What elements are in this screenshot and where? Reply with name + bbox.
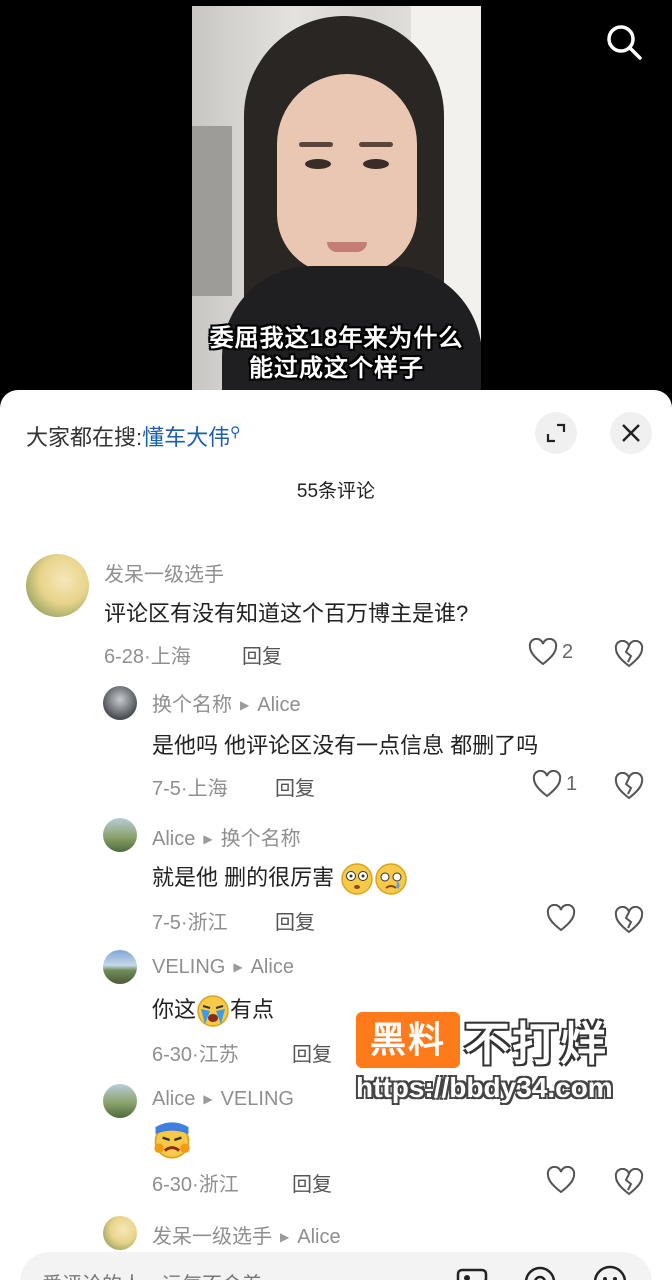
trending-search[interactable]: 大家都在搜:懂车大伟⚲ bbox=[26, 420, 240, 452]
watermark-text: 不打烊 bbox=[464, 1018, 608, 1070]
reply-meta: 6-30·江苏 bbox=[152, 1044, 239, 1066]
reply-text bbox=[152, 1120, 192, 1160]
comment-location: 上海 bbox=[150, 646, 191, 668]
comment-input[interactable]: 爱评论的人，运气不会差 bbox=[20, 1252, 652, 1280]
heart-icon bbox=[546, 904, 576, 932]
avatar[interactable] bbox=[103, 1216, 137, 1250]
reply-text: 就是他 删的很厉害 bbox=[152, 860, 408, 896]
angry-face-emoji bbox=[154, 1122, 190, 1159]
like-button[interactable] bbox=[546, 904, 576, 932]
reply-button[interactable]: 回复 bbox=[242, 640, 282, 669]
avatar[interactable] bbox=[103, 686, 137, 720]
close-icon bbox=[622, 424, 640, 442]
comment-input-placeholder: 爱评论的人，运气不会差 bbox=[42, 1268, 262, 1280]
reply-meta: 7-5·浙江 bbox=[152, 912, 228, 934]
at-icon[interactable] bbox=[522, 1264, 558, 1280]
watermark: 黑料 不打烊 https://bbdy34.com bbox=[356, 1012, 656, 1112]
reply-button[interactable]: 回复 bbox=[292, 1038, 332, 1067]
reply-author[interactable]: 换个名称 ▶ Alice bbox=[152, 688, 301, 717]
avatar[interactable] bbox=[26, 554, 89, 617]
reply-item: 换个名称 ▶ Alice 是他吗 他评论区没有一点信息 都删了吗 7-5·上海 回复… bbox=[0, 682, 672, 812]
dizzy-face-emoji bbox=[341, 863, 373, 895]
reply-meta: 7-5·上海 bbox=[152, 778, 228, 800]
expand-icon bbox=[546, 423, 566, 443]
reply-author[interactable]: 发呆一级选手 ▶ Alice bbox=[152, 1220, 341, 1249]
like-button[interactable]: 2 bbox=[528, 638, 573, 666]
video-subtitle-line-2: 能过成这个样子 bbox=[249, 355, 424, 382]
expand-button[interactable] bbox=[535, 412, 577, 454]
video-player[interactable]: 委屈我这18年来为什么 能过成这个样子 bbox=[0, 0, 672, 400]
reply-button[interactable]: 回复 bbox=[275, 906, 315, 935]
comment-meta: 6-28·上海 bbox=[104, 646, 191, 668]
trending-keyword[interactable]: 懂车大伟 bbox=[142, 425, 230, 450]
search-icon[interactable] bbox=[604, 22, 644, 62]
trending-label: 大家都在搜: bbox=[26, 425, 143, 450]
reply-text: 是他吗 他评论区没有一点信息 都删了吗 bbox=[152, 733, 539, 758]
close-button[interactable] bbox=[610, 412, 652, 454]
avatar[interactable] bbox=[103, 950, 137, 984]
video-frame[interactable]: 委屈我这18年来为什么 能过成这个样子 bbox=[192, 6, 481, 394]
loudly-crying-emoji bbox=[197, 995, 229, 1027]
heart-icon bbox=[528, 638, 558, 666]
comment-date: 6-28 bbox=[104, 646, 145, 668]
watermark-url: https://bbdy34.com bbox=[356, 1072, 613, 1103]
like-count: 2 bbox=[562, 640, 574, 663]
emoji-icon[interactable] bbox=[592, 1264, 628, 1280]
broken-heart-icon[interactable] bbox=[614, 906, 644, 934]
small-search-icon: ⚲ bbox=[230, 423, 241, 440]
crying-face-emoji bbox=[375, 863, 407, 895]
watermark-badge: 黑料 bbox=[356, 1012, 460, 1068]
reply-author[interactable]: Alice ▶ 换个名称 bbox=[152, 822, 301, 851]
broken-heart-icon[interactable] bbox=[614, 1168, 644, 1196]
reply-author[interactable]: VELING ▶ Alice bbox=[152, 956, 294, 979]
like-count: 1 bbox=[566, 772, 578, 795]
avatar[interactable] bbox=[103, 1084, 137, 1118]
image-icon[interactable] bbox=[454, 1264, 490, 1280]
broken-heart-icon[interactable] bbox=[614, 772, 644, 800]
reply-item: Alice ▶ 换个名称 就是他 删的很厉害 7-5·浙江 回复 bbox=[0, 816, 672, 946]
heart-icon bbox=[532, 770, 562, 798]
heart-icon bbox=[546, 1166, 576, 1194]
reply-meta: 6-30·浙江 bbox=[152, 1174, 239, 1196]
reply-button[interactable]: 回复 bbox=[292, 1168, 332, 1197]
reply-author[interactable]: Alice ▶ VELING bbox=[152, 1088, 294, 1111]
like-button[interactable]: 1 bbox=[532, 770, 577, 798]
avatar[interactable] bbox=[103, 818, 137, 852]
reply-text: 你这 有点 bbox=[152, 992, 274, 1028]
comment-count: 55条评论 bbox=[296, 481, 376, 502]
reply-button[interactable]: 回复 bbox=[275, 772, 315, 801]
broken-heart-icon[interactable] bbox=[614, 640, 644, 668]
like-button[interactable] bbox=[546, 1166, 576, 1194]
reply-item: 发呆一级选手 ▶ Alice bbox=[0, 1216, 672, 1256]
comment-panel: 大家都在搜:懂车大伟⚲ 55条评论 发呆一级选手 评论区有没有知道这个百万博主是… bbox=[0, 390, 672, 1280]
comment-item: 发呆一级选手 评论区有没有知道这个百万博主是谁? 6-28·上海 回复 2 bbox=[0, 550, 672, 680]
comment-text: 评论区有没有知道这个百万博主是谁? bbox=[104, 601, 469, 626]
comment-author[interactable]: 发呆一级选手 bbox=[104, 558, 224, 587]
